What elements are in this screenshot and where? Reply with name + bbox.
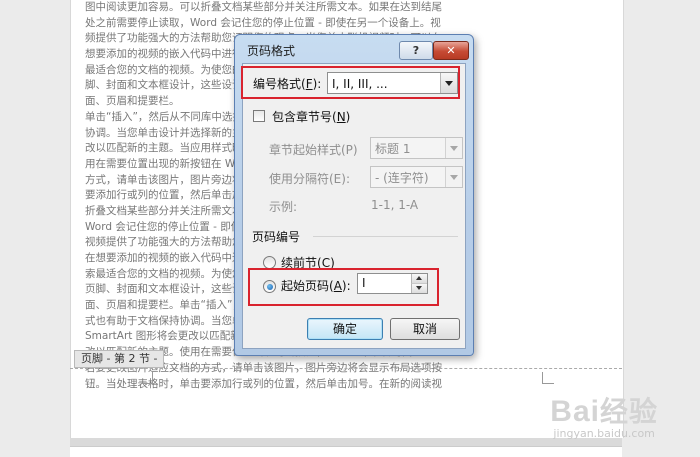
crop-mark	[542, 383, 554, 384]
help-icon: ?	[412, 44, 420, 57]
separator-dropdown[interactable]: - (连字符)	[370, 166, 463, 188]
ok-button[interactable]: 确定	[307, 318, 383, 340]
page-number-format-dialog: 页码格式 ? ✕ 编号格式(F): I, II, III, ... 包含章节号(…	[234, 34, 474, 356]
include-chapter-hotkey: N	[336, 110, 346, 124]
page-numbering-section-label: 页码编号	[252, 230, 301, 244]
next-page	[70, 446, 622, 457]
include-chapter-label[interactable]: 包含章节号(N)	[272, 108, 350, 125]
close-button[interactable]: ✕	[433, 41, 469, 60]
baidu-jingyan-watermark: Bai经验 jingyan.baidu.com	[550, 397, 658, 441]
dialog-title-bar[interactable]: 页码格式 ? ✕	[235, 35, 473, 63]
chapter-style-value: 标题 1	[375, 142, 411, 156]
separator-label: 使用分隔符(E):	[269, 172, 350, 186]
example-value: 1-1, 1-A	[371, 198, 419, 212]
highlight-box-start-at	[248, 268, 439, 306]
dialog-client-area: 编号格式(F): I, II, III, ... 包含章节号(N) 章节起始样式…	[242, 63, 466, 349]
cancel-button[interactable]: 取消	[390, 318, 460, 340]
document-line: 图中阅读更加容易。可以折叠文档某些部分并关注所需文本。如果在达到结尾	[85, 1, 442, 13]
include-chapter-label-end: )	[345, 110, 351, 124]
separator-value: - (连字符)	[375, 171, 429, 185]
include-chapter-label-text: 包含章节号(	[272, 110, 337, 124]
watermark-logo-right: 经验	[599, 396, 658, 427]
watermark-url: jingyan.baidu.com	[553, 427, 655, 440]
footer-divider	[70, 368, 622, 369]
chevron-down-icon[interactable]	[445, 167, 462, 187]
chevron-down-icon[interactable]	[445, 138, 462, 158]
crop-mark	[141, 383, 153, 384]
document-line: 处之前需要停止读取，Word 会记住您的停止位置 - 即使在另一个设备上。视	[85, 16, 441, 29]
watermark-logo: Bai经验	[550, 397, 658, 427]
dialog-title: 页码格式	[247, 44, 296, 58]
include-chapter-checkbox[interactable]	[253, 110, 265, 122]
chapter-style-dropdown[interactable]: 标题 1	[370, 137, 463, 159]
footer-section-tag: 页脚 - 第 2 节 -	[74, 350, 165, 368]
watermark-logo-left: Bai	[550, 395, 600, 428]
document-line: 钮。当处理表格时，单击要添加行或列的位置，然后单击加号。在新的阅读视	[85, 377, 442, 390]
help-button[interactable]: ?	[399, 41, 433, 60]
example-label: 示例:	[269, 200, 298, 214]
close-icon: ✕	[446, 44, 456, 57]
chapter-style-label: 章节起始样式(P)	[269, 143, 358, 157]
section-separator	[313, 236, 458, 237]
highlight-box-number-format	[241, 66, 460, 99]
